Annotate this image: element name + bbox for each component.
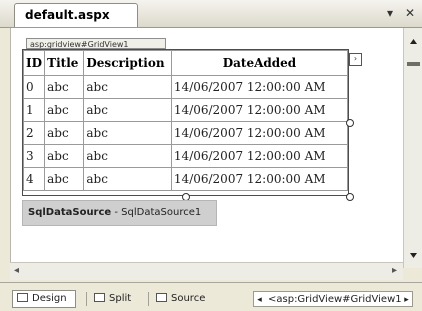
datasource-type: SqlDataSource xyxy=(28,207,112,218)
scroll-left-icon[interactable]: ◂ xyxy=(14,265,19,276)
table-row: 1 abc abc 14/06/2007 12:00:00 AM xyxy=(22,98,349,122)
table-cell: abc xyxy=(44,75,85,99)
source-view-icon xyxy=(156,293,167,302)
scroll-right-icon[interactable]: ▸ xyxy=(392,265,397,276)
breadcrumb-left-icon[interactable]: ◂ xyxy=(254,292,265,306)
table-cell: 14/06/2007 12:00:00 AM xyxy=(170,98,349,122)
tab-source-label: Source xyxy=(171,293,206,304)
table-cell: 1 xyxy=(22,98,46,122)
breadcrumb-right-icon[interactable]: ▸ xyxy=(401,292,412,306)
tab-design[interactable]: Design xyxy=(12,290,76,308)
table-cell: 2 xyxy=(22,121,46,145)
scroll-up-icon[interactable] xyxy=(406,34,421,49)
column-header: ID xyxy=(22,50,46,76)
view-switcher-bar: Design Split Source ◂ <asp:GridView#Grid… xyxy=(0,282,422,311)
table-cell: abc xyxy=(44,167,85,191)
split-view-icon xyxy=(94,293,105,302)
smart-tag-icon[interactable]: › xyxy=(349,53,362,66)
table-row: 3 abc abc 14/06/2007 12:00:00 AM xyxy=(22,144,349,168)
tab-split[interactable]: Split xyxy=(94,291,131,307)
datasource-id: SqlDataSource1 xyxy=(121,207,202,218)
table-cell: abc xyxy=(83,98,172,122)
table-cell: 0 xyxy=(22,75,46,99)
table-header-row: ID Title Description DateAdded xyxy=(22,50,349,76)
tab-source[interactable]: Source xyxy=(156,291,205,307)
table-cell: abc xyxy=(83,144,172,168)
editor-window: default.aspx ▾ ✕ asp:gridview#GridView1 … xyxy=(0,0,422,311)
document-tab[interactable]: default.aspx xyxy=(14,3,138,27)
tab-design-label: Design xyxy=(32,293,67,304)
datasource-separator: - xyxy=(111,207,122,218)
table-cell: 14/06/2007 12:00:00 AM xyxy=(170,75,349,99)
table-cell: 3 xyxy=(22,144,46,168)
table-cell: 14/06/2007 12:00:00 AM xyxy=(170,167,349,191)
column-header: DateAdded xyxy=(170,50,349,76)
resize-handle-right[interactable] xyxy=(346,119,354,127)
table-cell: 14/06/2007 12:00:00 AM xyxy=(170,121,349,145)
table-cell: 4 xyxy=(22,167,46,191)
control-tag-label[interactable]: asp:gridview#GridView1 xyxy=(26,38,166,49)
divider xyxy=(148,292,149,306)
tab-split-label: Split xyxy=(109,293,132,304)
tab-dropdown-icon[interactable]: ▾ xyxy=(387,6,393,20)
gridview-table: ID Title Description DateAdded 0 abc abc… xyxy=(22,50,349,191)
close-icon[interactable]: ✕ xyxy=(405,6,415,20)
column-header: Title xyxy=(44,50,85,76)
design-view-icon xyxy=(17,293,28,302)
divider xyxy=(86,292,87,306)
table-row: 4 abc abc 14/06/2007 12:00:00 AM xyxy=(22,167,349,191)
gridview[interactable]: ID Title Description DateAdded 0 abc abc… xyxy=(22,49,349,196)
resize-handle-corner[interactable] xyxy=(346,193,354,201)
horizontal-scrollbar[interactable]: ◂ ▸ xyxy=(10,262,403,280)
document-tab-label: default.aspx xyxy=(25,8,110,22)
table-cell: abc xyxy=(44,121,85,145)
table-cell: abc xyxy=(44,144,85,168)
table-row: 2 abc abc 14/06/2007 12:00:00 AM xyxy=(22,121,349,145)
vertical-scrollbar[interactable] xyxy=(403,28,422,268)
table-cell: abc xyxy=(83,121,172,145)
scroll-thumb[interactable] xyxy=(407,62,420,66)
scroll-down-icon[interactable] xyxy=(406,248,421,263)
breadcrumb-label[interactable]: <asp:GridView#GridView1 xyxy=(268,292,402,306)
table-cell: abc xyxy=(44,98,85,122)
table-cell: abc xyxy=(83,167,172,191)
table-cell: 14/06/2007 12:00:00 AM xyxy=(170,144,349,168)
document-tab-strip: default.aspx ▾ ✕ xyxy=(0,0,422,28)
column-header: Description xyxy=(83,50,172,76)
tag-breadcrumb[interactable]: ◂ <asp:GridView#GridView1 ▸ xyxy=(253,291,413,307)
table-row: 0 abc abc 14/06/2007 12:00:00 AM xyxy=(22,75,349,99)
table-cell: abc xyxy=(83,75,172,99)
sqldatasource-control[interactable]: SqlDataSource - SqlDataSource1 xyxy=(22,200,217,226)
